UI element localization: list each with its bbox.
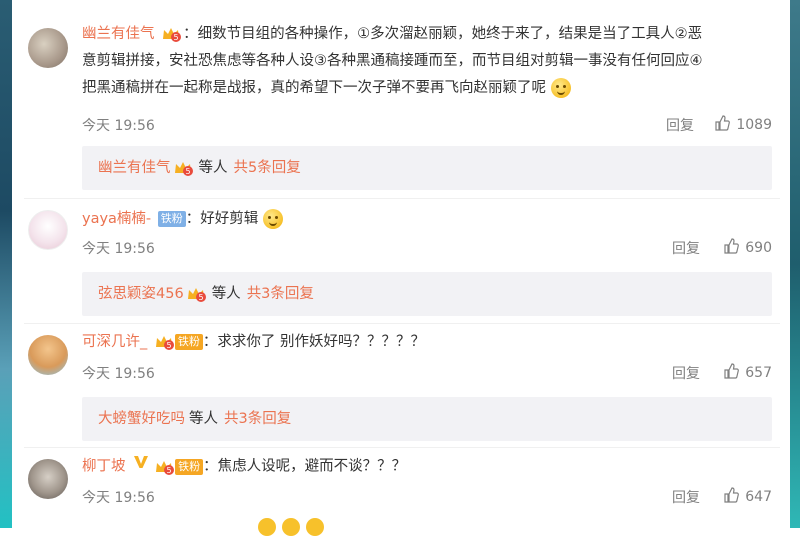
- thumb-up-icon: [724, 363, 740, 379]
- comment-text: ：好好剪辑: [185, 211, 259, 227]
- reply-button[interactable]: 回复: [672, 238, 700, 258]
- svg-text:5: 5: [198, 293, 203, 302]
- avatar[interactable]: [28, 210, 68, 250]
- reply-others: 等人: [198, 160, 228, 176]
- avatar[interactable]: [28, 459, 68, 499]
- crown-badge-icon: 5: [155, 459, 175, 475]
- crown-badge-icon: 5: [162, 26, 182, 42]
- like-button[interactable]: 690: [723, 238, 772, 256]
- more-replies-link[interactable]: 共3条回复: [224, 411, 291, 427]
- fan-badge: 铁粉: [157, 211, 186, 227]
- like-button[interactable]: 1089: [714, 115, 772, 133]
- next-comment-emoji-peek: [258, 518, 338, 536]
- smile-emoji-icon: [550, 78, 571, 98]
- like-button[interactable]: 657: [723, 363, 772, 381]
- svg-text:5: 5: [166, 341, 171, 350]
- divider: [24, 447, 780, 448]
- thumb-up-icon: [724, 238, 740, 254]
- vip-v-icon: [133, 453, 149, 480]
- reply-others: 等人: [211, 286, 241, 302]
- smile-emoji-icon: [262, 209, 283, 229]
- right-background-edge: [790, 0, 800, 528]
- crown-badge-icon: 5: [174, 160, 193, 176]
- divider: [24, 323, 780, 324]
- reply-username[interactable]: 弦思颖姿456: [98, 286, 184, 302]
- comment-body: 柳丁坡 5 铁粉 ：焦虑人设呢，避而不谈？？？: [82, 453, 780, 481]
- reply-summary[interactable]: 大螃蟹好吃吗 等人 共3条回复: [82, 397, 772, 441]
- comment-username[interactable]: 可深几许_: [82, 334, 147, 350]
- comment-text-line-2: 意剪辑拼接，安社恐焦虑等各种人设③各种黑通稿接踵而至，而节目组对剪辑一事没有任何…: [82, 53, 703, 69]
- comment-meta: 今天 19:56 回复 647: [82, 487, 780, 507]
- thumb-up-icon: [724, 487, 740, 503]
- comment-time: 今天 19:56: [82, 490, 155, 506]
- reply-button[interactable]: 回复: [666, 115, 694, 135]
- more-replies-link[interactable]: 共3条回复: [247, 286, 314, 302]
- comment-username[interactable]: 柳丁坡: [82, 459, 126, 475]
- comment-username[interactable]: yaya楠楠-: [82, 211, 151, 227]
- comment-meta: 今天 19:56 回复 1089: [82, 115, 780, 135]
- like-count: 690: [745, 240, 772, 256]
- crown-badge-icon: 5: [187, 286, 206, 302]
- comment-text-line-3: 把黑通稿拼在一起称是战报，真的希望下一次子弹不要再飞向赵丽颖了呢: [82, 80, 546, 96]
- comment-time: 今天 19:56: [82, 241, 155, 257]
- like-count: 1089: [736, 117, 772, 133]
- reply-button[interactable]: 回复: [672, 363, 700, 383]
- left-background-edge: [0, 0, 12, 528]
- comment-text-line-1: ：细数节目组的各种操作，①多次溜赵丽颖，她终于来了，结果是当了工具人②恶: [183, 26, 703, 42]
- comment-text: ：求求你了 别作妖好吗？？？？？: [202, 334, 425, 350]
- avatar[interactable]: [28, 335, 68, 375]
- comment-meta: 今天 19:56 回复 657: [82, 363, 780, 383]
- reply-others: 等人: [189, 411, 218, 427]
- fan-badge: 铁粉: [175, 458, 204, 475]
- like-button[interactable]: 647: [723, 487, 772, 505]
- reply-username[interactable]: 大螃蟹好吃吗: [98, 411, 185, 427]
- more-replies-link[interactable]: 共5条回复: [234, 160, 301, 176]
- comment-meta: 今天 19:56 回复 690: [82, 238, 780, 258]
- reply-summary[interactable]: 幽兰有佳气 5 等人 共5条回复: [82, 146, 772, 190]
- reply-button[interactable]: 回复: [672, 487, 700, 507]
- comment-time: 今天 19:56: [82, 118, 155, 134]
- comment-feed: 幽兰有佳气 5 ：细数节目组的各种操作，①多次溜赵丽颖，她终于来了，结果是当了工…: [24, 0, 780, 536]
- svg-text:5: 5: [174, 33, 179, 42]
- comment-username[interactable]: 幽兰有佳气: [82, 26, 155, 42]
- comment-time: 今天 19:56: [82, 366, 155, 382]
- fan-badge: 铁粉: [174, 334, 203, 350]
- thumb-up-icon: [715, 115, 731, 131]
- like-count: 657: [745, 365, 772, 381]
- avatar[interactable]: [28, 28, 68, 68]
- comment-body: 可深几许_ 5 铁粉 ：求求你了 别作妖好吗？？？？？: [82, 329, 780, 356]
- comment-text: ：焦虑人设呢，避而不谈？？？: [203, 458, 407, 475]
- svg-text:5: 5: [185, 167, 190, 176]
- divider: [24, 198, 780, 199]
- comment-body: yaya楠楠- 铁粉 ：好好剪辑: [82, 206, 780, 233]
- svg-text:5: 5: [167, 466, 172, 475]
- reply-username[interactable]: 幽兰有佳气: [98, 160, 171, 176]
- comment-body: 幽兰有佳气 5 ：细数节目组的各种操作，①多次溜赵丽颖，她终于来了，结果是当了工…: [82, 21, 780, 102]
- crown-badge-icon: 5: [155, 334, 174, 350]
- reply-summary[interactable]: 弦思颖姿456 5 等人 共3条回复: [82, 272, 772, 316]
- like-count: 647: [745, 489, 772, 505]
